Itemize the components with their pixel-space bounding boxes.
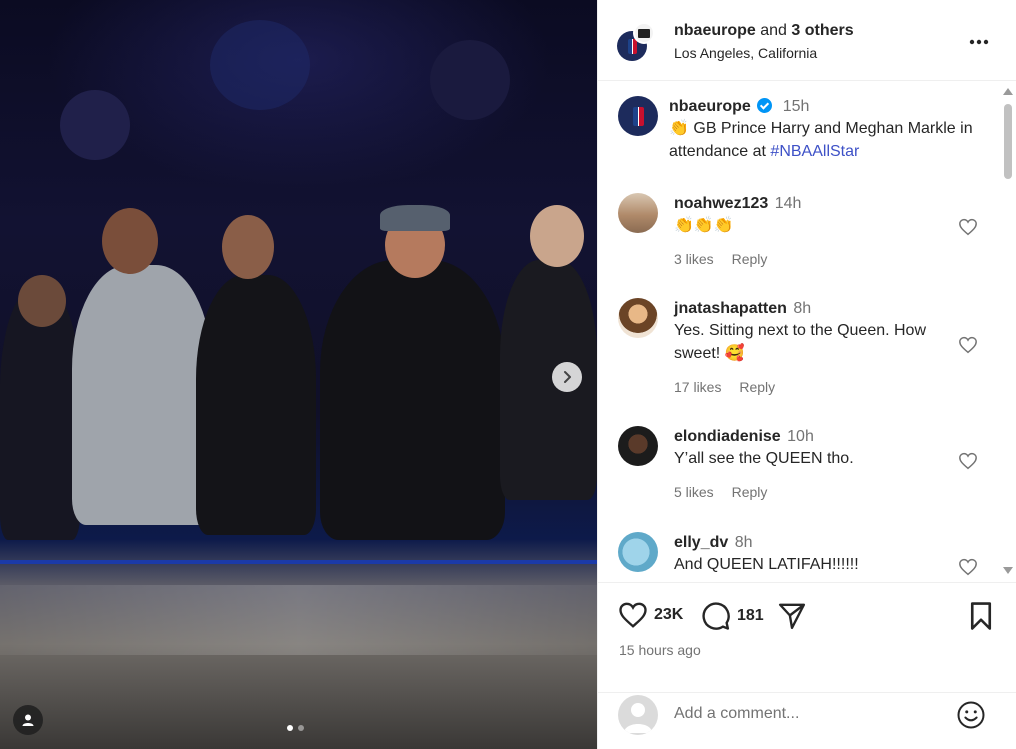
chevron-right-icon (564, 371, 571, 383)
crowd-shape (60, 90, 130, 160)
header-username[interactable]: nbaeurope (674, 22, 756, 39)
add-comment-bar (598, 692, 1016, 749)
post-media-image[interactable] (0, 0, 597, 749)
comments-list[interactable]: nbaeurope 15h 👏 GB Prince Harry and Megh… (598, 82, 1016, 582)
comment-text: Y’all see the QUEEN tho. (674, 450, 854, 467)
more-horizontal-icon (969, 39, 989, 45)
comment-time[interactable]: 8h (793, 300, 811, 317)
person-shape (500, 260, 597, 500)
comment-time[interactable]: 14h (775, 195, 802, 212)
comment-time[interactable]: 10h (787, 428, 814, 445)
heart-icon[interactable] (958, 336, 978, 354)
caption-hashtag[interactable]: #NBAAllStar (770, 143, 859, 160)
header-others[interactable]: 3 others (791, 22, 853, 39)
crowd-shape (210, 20, 310, 110)
comment-username[interactable]: noahwez123 (674, 195, 768, 212)
user-icon (22, 714, 34, 726)
default-user-icon (624, 703, 652, 733)
more-options-button[interactable] (969, 28, 989, 51)
emoji-picker-button[interactable] (956, 700, 986, 735)
comment-avatar[interactable] (618, 193, 658, 233)
comment-username[interactable]: elly_dv (674, 534, 728, 551)
nba-logo-icon (632, 106, 644, 126)
caption-username[interactable]: nbaeurope (669, 98, 751, 115)
comment-text: 👏👏👏 (674, 217, 734, 234)
comment-reply-button[interactable]: Reply (739, 379, 775, 395)
current-user-avatar (618, 695, 658, 735)
comment-username[interactable]: jnatashapatten (674, 300, 787, 317)
heart-icon[interactable] (958, 218, 978, 236)
post-time-ago[interactable]: 15 hours ago (619, 642, 701, 658)
person-head (222, 215, 274, 279)
comment-time[interactable]: 8h (735, 534, 753, 551)
tagged-users-button[interactable] (13, 705, 43, 735)
crowd-shape (430, 40, 510, 120)
comment-text: And QUEEN LATIFAH!!!!!! (674, 556, 859, 573)
person-shape (0, 290, 80, 540)
comments-scrollbar[interactable] (1000, 88, 1014, 578)
comment-likes[interactable]: 17 likes (674, 379, 721, 395)
comment-avatar[interactable] (618, 532, 658, 572)
save-action (968, 601, 994, 631)
collaborator-avatar[interactable] (633, 22, 655, 44)
person-shape (72, 265, 212, 525)
comment-bubble-icon[interactable] (701, 601, 731, 631)
heart-icon[interactable] (958, 452, 978, 470)
comment-likes[interactable]: 5 likes (674, 484, 714, 500)
comment-likes[interactable]: 3 likes (674, 251, 714, 267)
likes-count[interactable]: 23K (654, 606, 683, 624)
comment-username[interactable]: elondiadenise (674, 428, 781, 445)
floor-sheen (0, 585, 597, 655)
emoji-smiley-icon (957, 701, 985, 729)
carousel-dot-active (287, 725, 293, 731)
caption-time[interactable]: 15h (783, 98, 810, 115)
heart-icon[interactable] (618, 601, 648, 629)
carousel-dot (298, 725, 304, 731)
comment-avatar[interactable] (618, 298, 658, 338)
carousel-dots (287, 725, 304, 731)
post-side-panel: nbaeurope and 3 others Los Angeles, Cali… (597, 0, 1016, 749)
comment-text: Yes. Sitting next to the Queen. How swee… (674, 322, 927, 362)
share-send-icon[interactable] (777, 601, 807, 631)
court-line (0, 560, 597, 564)
like-action: 23K (618, 601, 683, 629)
scrollbar-thumb[interactable] (1004, 104, 1012, 179)
bookmark-icon[interactable] (968, 601, 994, 631)
comments-count[interactable]: 181 (737, 607, 764, 625)
caption-avatar[interactable] (618, 96, 658, 136)
heart-icon[interactable] (958, 558, 978, 576)
header-location[interactable]: Los Angeles, California (674, 45, 817, 61)
comment-action: 181 (701, 601, 764, 631)
next-slide-button[interactable] (552, 362, 582, 392)
person-head (18, 275, 66, 327)
post-actions: 23K 181 15 hours ago (598, 582, 1016, 692)
header-usernames: nbaeurope and 3 others (674, 22, 854, 40)
comment-reply-button[interactable]: Reply (732, 251, 768, 267)
comment-avatar[interactable] (618, 426, 658, 466)
header-and: and (760, 22, 787, 39)
person-head (102, 208, 158, 274)
collab-logo-icon (638, 28, 650, 38)
scroll-up-arrow-icon[interactable] (1003, 88, 1013, 95)
person-shape (196, 275, 316, 535)
person-head (530, 205, 584, 267)
add-comment-input[interactable] (674, 705, 944, 723)
scroll-down-arrow-icon[interactable] (1003, 567, 1013, 574)
verified-badge-icon (757, 98, 773, 113)
post-header: nbaeurope and 3 others Los Angeles, Cali… (598, 0, 1016, 81)
nba-logo-icon (627, 38, 637, 54)
comment-reply-button[interactable]: Reply (732, 484, 768, 500)
person-shape (320, 260, 505, 540)
share-action (777, 601, 807, 631)
person-cap (380, 205, 450, 231)
